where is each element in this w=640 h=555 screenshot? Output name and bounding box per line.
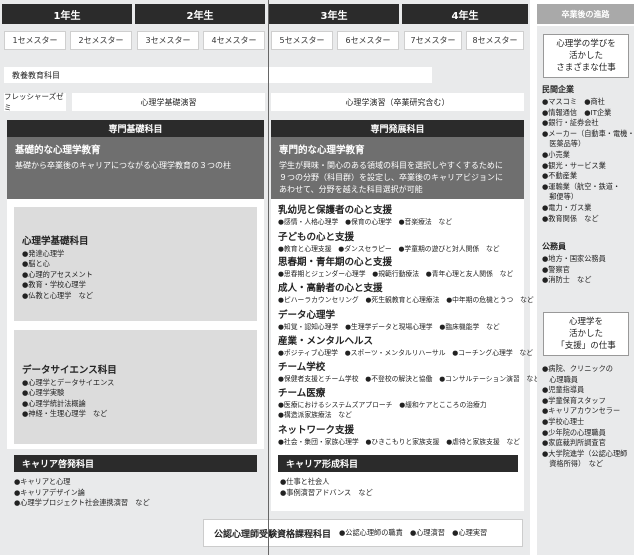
- basic-education-desc: 基礎から卒業後のキャリアにつながる心理学教育の３つの柱: [15, 161, 231, 170]
- advanced-courses-head: 専門発展科目: [271, 120, 524, 137]
- semester-7: 7セメスター: [404, 31, 462, 50]
- basic-education-title: 基礎的な心理学教育: [15, 145, 101, 156]
- advanced-seminar: 心理学演習（卒業研究含む）: [271, 93, 524, 111]
- semester-2: 2セメスター: [70, 31, 132, 50]
- psych-basics-group: 心理学基礎科目 ●発達心理学 ●脳と心 ●心理的アセスメント ●教育・学校心理学…: [14, 207, 257, 321]
- semester-3: 3セメスター: [137, 31, 199, 50]
- semester-4: 4セメスター: [203, 31, 265, 50]
- year-divider: [268, 0, 269, 555]
- psych-basics-title: 心理学基礎科目: [22, 236, 89, 247]
- support-careers-list: ●病院、クリニックの 心理職員 ●児童指導員 ●学童保育スタッフ ●キャリアカウ…: [542, 364, 628, 469]
- specialized-education-box: 専門的な心理学教育 学生が興味・関心のある領域の科目を選択しやすくするために ９…: [271, 137, 524, 199]
- year-3-header: 3年生: [269, 4, 399, 24]
- semester-1: 1セメスター: [4, 31, 66, 50]
- semester-8: 8セメスター: [466, 31, 524, 50]
- liberal-arts-label: 教養教育科目: [12, 70, 60, 80]
- year-4-header: 4年生: [402, 4, 528, 24]
- field-team-school: チーム学校 ●保健者支援とチーム学校 ●不登校の解決と協働 ●コンサルテーション…: [278, 362, 541, 383]
- field-network-support: ネットワーク支援 ●社会・集団・家族心理学 ●ひきこもりと家族支援 ●虐待と家族…: [278, 425, 521, 446]
- certified-psychologist-bar: 公認心理師受験資格課程科目 ●公認心理師の職責 ●心理演習 ●心理実習: [203, 519, 523, 547]
- basic-courses-head: 専門基礎科目: [7, 120, 264, 137]
- certified-psychologist-label: 公認心理師受験資格課程科目: [214, 529, 332, 540]
- field-data-psychology: データ心理学 ●知覚・認知心理学 ●生理学データと現場心理学 ●臨床機能学 など: [278, 310, 500, 331]
- public-servants-title: 公務員: [542, 242, 566, 251]
- field-adolescents: 思春期・青年期の心と支援 ●思春期とジェンダー心理学 ●規範行動療法 ●青年心理…: [278, 257, 514, 278]
- field-industry-mental-health: 産業・メンタルヘルス ●ポジティブ心理学 ●スポーツ・メンタルリハーサル ●コー…: [278, 336, 534, 357]
- semester-5: 5セメスター: [271, 31, 333, 50]
- field-children: 子どもの心と支援 ●教育と心理支援 ●ダンスセラピー ●学童期の遊びと対人関係 …: [278, 232, 500, 253]
- liberal-arts-bar: 教養教育科目: [4, 67, 432, 83]
- freshers-seminar: フレッシャーズゼミ: [4, 92, 66, 112]
- specialized-education-title: 専門的な心理学教育: [279, 145, 365, 156]
- field-adults-elderly: 成人・高齢者の心と支援 ●ピハーラカウンセリング ●死生観教育と心理療法 ●中年…: [278, 283, 534, 304]
- basic-seminar: 心理学基礎演習: [72, 93, 265, 111]
- data-science-title: データサイエンス科目: [22, 365, 117, 376]
- career-formation-head: キャリア形成科目: [278, 455, 518, 472]
- private-companies-list: ●マスコミ ●商社 ●情報通信 ●IT企業 ●銀行・証券会社 ●メーカー（自動車…: [542, 97, 635, 223]
- career-box-support: 心理学を 活かした 「支援」の仕事: [543, 312, 629, 356]
- career-development-head: キャリア啓発科目: [14, 455, 257, 472]
- field-team-medical: チーム医療 ●医療におけるシステムズアプローチ ●緩和ケアとこころの治療力 ●構…: [278, 388, 487, 419]
- data-science-group: データサイエンス科目 ●心理学とデータサイエンス ●心理学実験 ●心理学統計法概…: [14, 330, 257, 444]
- private-companies-title: 民間企業: [542, 85, 574, 94]
- basic-education-box: 基礎的な心理学教育 基礎から卒業後のキャリアにつながる心理学教育の３つの柱: [7, 137, 264, 199]
- after-graduation-head: 卒業後の進路: [537, 4, 634, 24]
- public-servants-list: ●地方・国家公務員 ●警察官 ●消防士 など: [542, 254, 606, 285]
- certified-psychologist-items: ●公認心理師の職責 ●心理演習 ●心理実習: [339, 528, 488, 537]
- semester-6: 6セメスター: [337, 31, 399, 50]
- career-formation-list: ●仕事と社会人 ●事例演習アドバンス など: [280, 477, 373, 497]
- career-development-list: ●キャリアと心理 ●キャリアデザイン論 ●心理学プロジェクト社会連携演習 など: [14, 477, 150, 507]
- year-1-header: 1年生: [2, 4, 132, 24]
- year-2-header: 2年生: [135, 4, 265, 24]
- career-box-general: 心理学の学びを 活かした さまざまな仕事: [543, 34, 629, 78]
- field-infants: 乳幼児と保護者の心と支援 ●感情・人格心理学 ●保育の心理学 ●音楽療法 など: [278, 205, 453, 226]
